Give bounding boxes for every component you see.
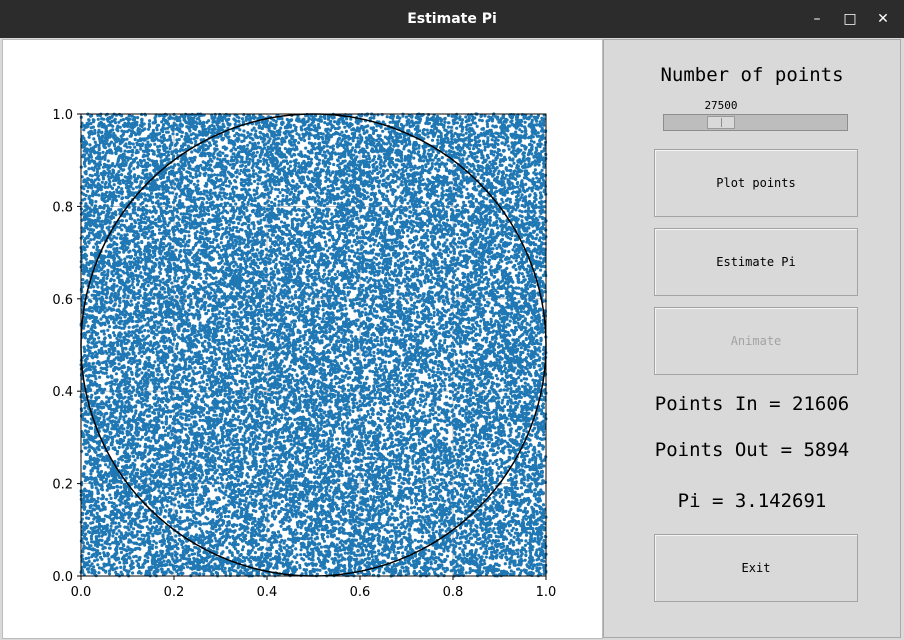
scatter-chart: 0.0 0.2 0.4 0.6 0.8 1.0 0.0 0.2 0.4 0.6 0.8 1.0	[52, 108, 557, 600]
y-tick-label: 0.0	[52, 570, 73, 585]
points-slider[interactable]	[663, 114, 848, 131]
y-tick-label: 0.2	[52, 478, 73, 493]
title-bar: Estimate Pi – □ ✕	[0, 0, 904, 38]
slider-grip	[720, 118, 722, 127]
scatter-point-cloud	[79, 112, 548, 578]
animate-button[interactable]: Animate	[654, 307, 858, 375]
minimize-icon[interactable]: –	[806, 8, 828, 30]
control-panel: Number of points 27500 Plot points Estim…	[603, 39, 901, 638]
exit-button[interactable]: Exit	[654, 534, 858, 602]
points-in-label: Points In = 21606	[654, 393, 850, 415]
plot-canvas: 0.0 0.2 0.4 0.6 0.8 1.0 0.0 0.2 0.4 0.6 0.8 1.0	[2, 39, 603, 639]
plot-points-button[interactable]: Plot points	[654, 149, 858, 217]
window-title: Estimate Pi	[407, 11, 497, 27]
x-tick-label: 0.4	[257, 585, 278, 600]
x-tick-label: 0.0	[71, 585, 92, 600]
maximize-icon[interactable]: □	[839, 8, 861, 30]
x-tick-label: 0.6	[350, 585, 371, 600]
x-tick-label: 0.8	[443, 585, 464, 600]
x-tick-label: 0.2	[164, 585, 185, 600]
points-out-label: Points Out = 5894	[654, 439, 850, 461]
y-tick-label: 0.6	[52, 293, 73, 308]
number-of-points-label: Number of points	[660, 64, 844, 86]
y-tick-label: 0.8	[52, 200, 73, 215]
estimate-pi-button[interactable]: Estimate Pi	[654, 228, 858, 296]
y-tick-label: 0.4	[52, 385, 73, 400]
slider-value-label: 27500	[704, 99, 738, 112]
scatter-points	[79, 112, 548, 578]
close-icon[interactable]: ✕	[872, 8, 894, 30]
slider-handle[interactable]	[706, 116, 735, 129]
pi-estimate-label: Pi = 3.142691	[677, 490, 827, 512]
y-tick-label: 1.0	[52, 108, 73, 123]
x-tick-label: 1.0	[536, 585, 557, 600]
